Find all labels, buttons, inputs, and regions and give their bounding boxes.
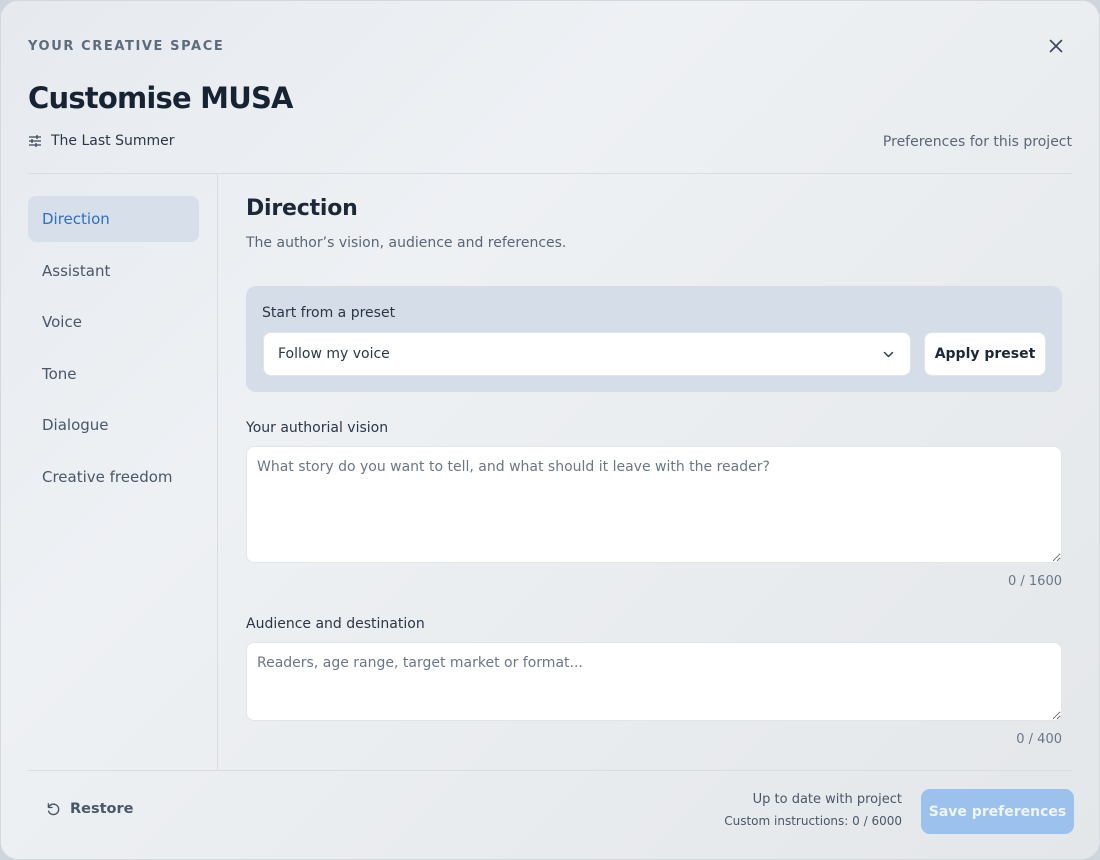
- sidebar-item-assistant[interactable]: Assistant: [28, 248, 199, 294]
- restore-button[interactable]: Restore: [46, 801, 134, 817]
- close-button[interactable]: [1045, 35, 1067, 57]
- vision-textarea[interactable]: [246, 446, 1062, 563]
- project-indicator: The Last Summer: [28, 133, 175, 149]
- audience-label: Audience and destination: [246, 616, 425, 632]
- sync-status-text: Up to date with project: [752, 792, 902, 807]
- restore-icon: [47, 802, 60, 815]
- sidebar-item-tone[interactable]: Tone: [28, 351, 199, 397]
- preset-label: Start from a preset: [262, 305, 396, 321]
- sidebar-item-direction[interactable]: Direction: [28, 196, 199, 242]
- apply-preset-button[interactable]: Apply preset: [924, 332, 1046, 376]
- vision-label: Your authorial vision: [246, 420, 389, 436]
- sidebar-item-voice[interactable]: Voice: [28, 299, 199, 345]
- sliders-icon: [29, 135, 41, 147]
- header-divider: [28, 173, 1072, 174]
- preset-box: Start from a preset Follow my voice Appl…: [246, 286, 1062, 392]
- sidebar-item-creative-freedom[interactable]: Creative freedom: [28, 454, 199, 500]
- dialog-eyebrow: YOUR CREATIVE SPACE: [28, 39, 225, 54]
- audience-counter: 0 / 400: [1016, 732, 1062, 747]
- restore-label: Restore: [70, 801, 134, 817]
- section-subtitle: The author’s vision, audience and refere…: [246, 235, 567, 251]
- settings-sidebar: Direction Assistant Voice Tone Dialogue …: [28, 196, 199, 505]
- section-title: Direction: [246, 196, 358, 221]
- audience-textarea[interactable]: [246, 642, 1062, 721]
- footer-divider: [28, 770, 1072, 771]
- save-preferences-button[interactable]: Save preferences: [921, 789, 1074, 834]
- close-icon: [1049, 39, 1063, 53]
- scope-label: Preferences for this project: [882, 134, 1072, 150]
- preset-selected-value: Follow my voice: [278, 346, 390, 362]
- project-name: The Last Summer: [51, 133, 175, 149]
- sidebar-divider: [217, 174, 218, 770]
- chevron-down-icon: [883, 351, 894, 358]
- custom-instructions-count: Custom instructions: 0 / 6000: [724, 814, 902, 828]
- preset-select[interactable]: Follow my voice: [263, 332, 911, 376]
- customise-dialog: YOUR CREATIVE SPACE Customise MUSA The L…: [0, 0, 1100, 860]
- direction-panel: Direction The author’s vision, audience …: [246, 196, 1062, 747]
- sidebar-item-dialogue[interactable]: Dialogue: [28, 402, 199, 448]
- dialog-title: Customise MUSA: [28, 81, 294, 115]
- sync-status: Up to date with project Custom instructi…: [724, 792, 902, 828]
- vision-counter: 0 / 1600: [1008, 574, 1062, 589]
